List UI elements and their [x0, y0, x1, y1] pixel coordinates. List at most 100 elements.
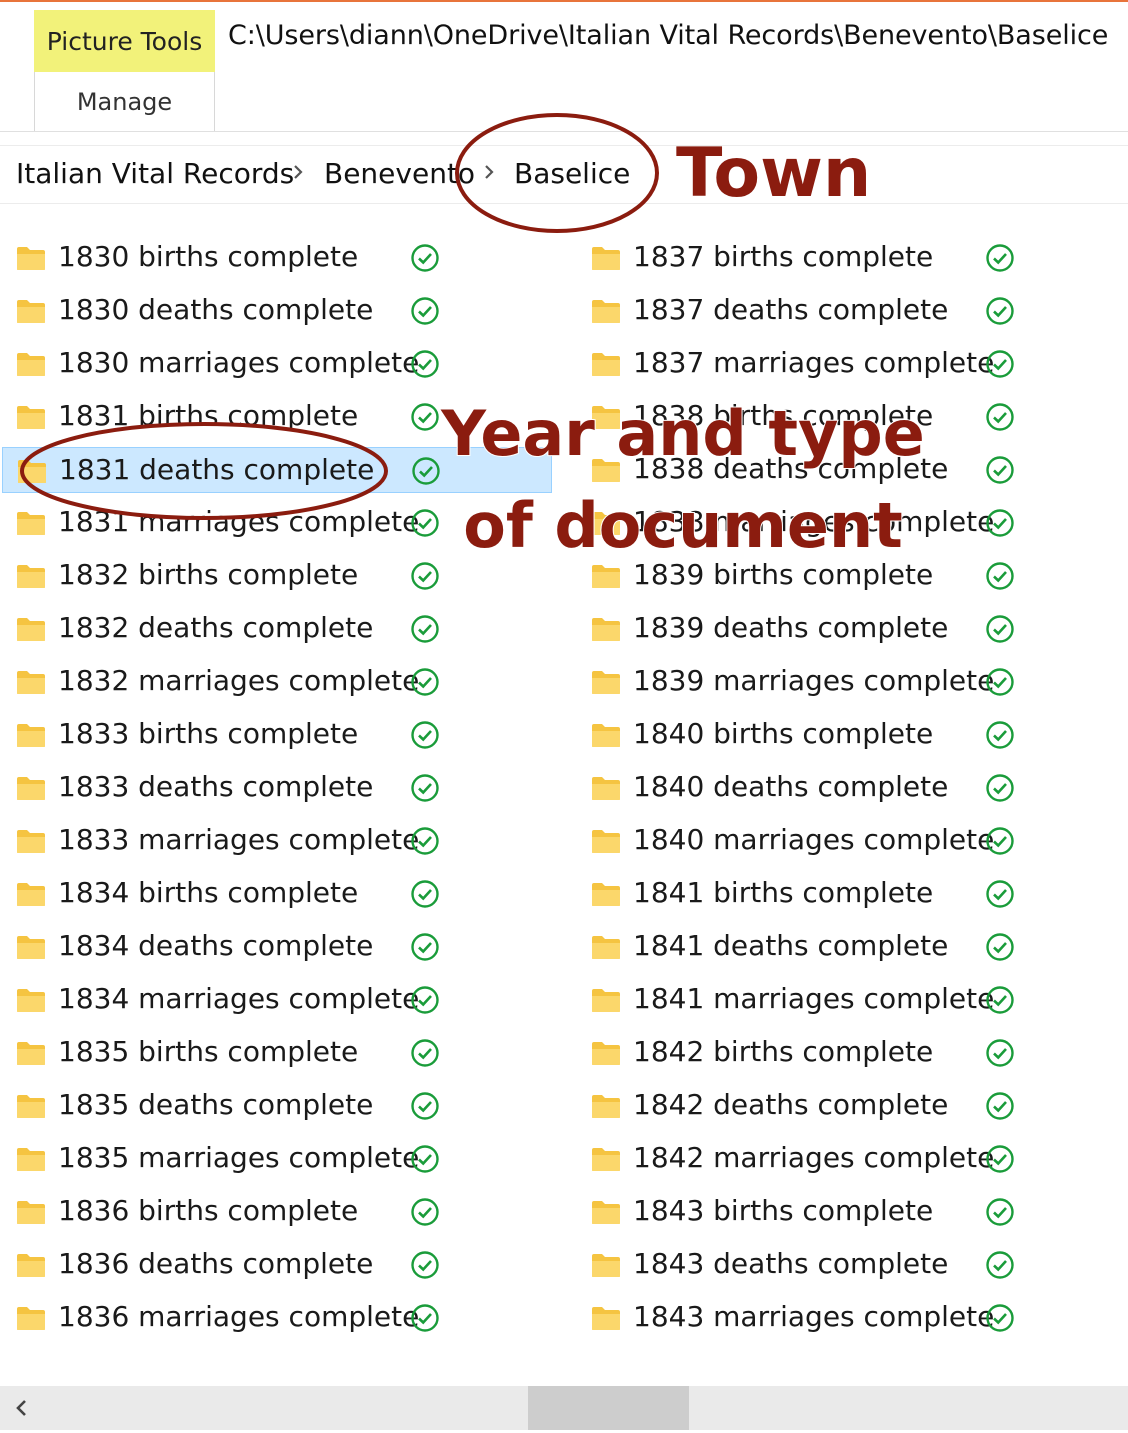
- breadcrumb-item-benevento[interactable]: Benevento: [324, 157, 475, 190]
- folder-name: 1836 births complete: [58, 1194, 359, 1227]
- horizontal-scrollbar[interactable]: [0, 1386, 1128, 1430]
- folder-list-item[interactable]: 1834 births complete: [2, 871, 552, 917]
- folder-icon: [591, 934, 621, 960]
- sync-complete-check-icon: [985, 720, 1015, 750]
- folder-list-item[interactable]: 1843 deaths complete: [577, 1242, 1127, 1288]
- folder-list-item[interactable]: 1840 deaths complete: [577, 765, 1127, 811]
- folder-list-item[interactable]: 1836 births complete: [2, 1189, 552, 1235]
- sync-complete-check-icon: [985, 561, 1015, 591]
- sync-complete-check-icon: [985, 932, 1015, 962]
- folder-icon: [591, 298, 621, 324]
- sync-complete-check-icon: [410, 349, 440, 379]
- folder-list-item[interactable]: 1843 births complete: [577, 1189, 1127, 1235]
- scrollbar-thumb[interactable]: [528, 1386, 689, 1430]
- folder-list-item[interactable]: 1836 deaths complete: [2, 1242, 552, 1288]
- chevron-right-icon[interactable]: [288, 162, 308, 182]
- window-top-accent: [0, 0, 1128, 2]
- sync-complete-check-icon: [985, 1197, 1015, 1227]
- folder-name: 1830 births complete: [58, 240, 359, 273]
- folder-list-item[interactable]: 1830 births complete: [2, 235, 552, 281]
- folder-name: 1842 marriages complete: [633, 1141, 995, 1174]
- folder-list-item[interactable]: 1833 marriages complete: [2, 818, 552, 864]
- folder-name: 1834 marriages complete: [58, 982, 420, 1015]
- sync-complete-check-icon: [985, 349, 1015, 379]
- folder-name: 1841 deaths complete: [633, 929, 949, 962]
- chevron-right-icon[interactable]: [479, 162, 499, 182]
- folder-icon: [16, 1252, 46, 1278]
- folder-icon: [591, 722, 621, 748]
- sync-complete-check-icon: [410, 879, 440, 909]
- folder-name: 1842 deaths complete: [633, 1088, 949, 1121]
- folder-icon: [591, 828, 621, 854]
- folder-list-item[interactable]: 1834 marriages complete: [2, 977, 552, 1023]
- sync-complete-check-icon: [410, 1144, 440, 1174]
- sync-complete-check-icon: [410, 1038, 440, 1068]
- folder-icon: [16, 1146, 46, 1172]
- folder-list-item[interactable]: 1839 deaths complete: [577, 606, 1127, 652]
- folder-icon: [591, 1199, 621, 1225]
- folder-name: 1835 marriages complete: [58, 1141, 420, 1174]
- folder-name: 1842 births complete: [633, 1035, 934, 1068]
- sync-complete-check-icon: [410, 1197, 440, 1227]
- sync-complete-check-icon: [410, 720, 440, 750]
- folder-name: 1841 births complete: [633, 876, 934, 909]
- folder-name: 1833 marriages complete: [58, 823, 420, 856]
- folder-list-item[interactable]: 1837 births complete: [577, 235, 1127, 281]
- folder-icon: [591, 987, 621, 1013]
- folder-icon: [16, 1199, 46, 1225]
- folder-list-item[interactable]: 1835 deaths complete: [2, 1083, 552, 1129]
- sync-complete-check-icon: [985, 402, 1015, 432]
- folder-list-item[interactable]: 1833 births complete: [2, 712, 552, 758]
- folder-list-item[interactable]: 1842 births complete: [577, 1030, 1127, 1076]
- folder-list-item[interactable]: 1830 deaths complete: [2, 288, 552, 334]
- chevron-left-icon[interactable]: [8, 1394, 36, 1422]
- folder-list-item[interactable]: 1833 deaths complete: [2, 765, 552, 811]
- folder-list-item[interactable]: 1842 deaths complete: [577, 1083, 1127, 1129]
- folder-icon: [16, 775, 46, 801]
- sync-complete-check-icon: [410, 1091, 440, 1121]
- sync-complete-check-icon: [985, 1144, 1015, 1174]
- folder-list-item[interactable]: 1837 deaths complete: [577, 288, 1127, 334]
- picture-tools-tab[interactable]: Picture Tools: [34, 10, 215, 72]
- folder-list-item[interactable]: 1843 marriages complete: [577, 1295, 1127, 1341]
- folder-name: 1834 deaths complete: [58, 929, 374, 962]
- sync-complete-check-icon: [985, 1091, 1015, 1121]
- folder-list-item[interactable]: 1842 marriages complete: [577, 1136, 1127, 1182]
- folder-icon: [591, 1040, 621, 1066]
- sync-complete-check-icon: [985, 667, 1015, 697]
- folder-list-item[interactable]: 1840 marriages complete: [577, 818, 1127, 864]
- folder-list-item[interactable]: 1832 deaths complete: [2, 606, 552, 652]
- folder-icon: [16, 563, 46, 589]
- folder-list-item[interactable]: 1834 deaths complete: [2, 924, 552, 970]
- folder-name: 1836 marriages complete: [58, 1300, 420, 1333]
- breadcrumb-item-baselice[interactable]: Baselice: [514, 157, 630, 190]
- folder-icon: [591, 1093, 621, 1119]
- folder-icon: [591, 351, 621, 377]
- sync-complete-check-icon: [985, 243, 1015, 273]
- folder-list-item[interactable]: 1839 marriages complete: [577, 659, 1127, 705]
- folder-list-item[interactable]: 1841 marriages complete: [577, 977, 1127, 1023]
- folder-list-item[interactable]: 1837 marriages complete: [577, 341, 1127, 387]
- folder-list-item[interactable]: 1840 births complete: [577, 712, 1127, 758]
- folder-list-item[interactable]: 1835 marriages complete: [2, 1136, 552, 1182]
- folder-icon: [16, 881, 46, 907]
- folder-list-item[interactable]: 1835 births complete: [2, 1030, 552, 1076]
- folder-icon: [16, 669, 46, 695]
- folder-list-item[interactable]: 1830 marriages complete: [2, 341, 552, 387]
- folder-name: 1833 deaths complete: [58, 770, 374, 803]
- folder-list-item[interactable]: 1832 marriages complete: [2, 659, 552, 705]
- sync-complete-check-icon: [985, 985, 1015, 1015]
- folder-icon: [16, 1305, 46, 1331]
- manage-tab[interactable]: Manage: [34, 72, 215, 132]
- folder-list-item[interactable]: 1841 deaths complete: [577, 924, 1127, 970]
- folder-icon: [591, 1146, 621, 1172]
- folder-icon: [16, 404, 46, 430]
- folder-name: 1832 deaths complete: [58, 611, 374, 644]
- sync-complete-check-icon: [410, 932, 440, 962]
- town-annotation: Town: [676, 134, 872, 213]
- sync-complete-check-icon: [985, 773, 1015, 803]
- folder-list-item[interactable]: 1841 births complete: [577, 871, 1127, 917]
- folder-list-item[interactable]: 1836 marriages complete: [2, 1295, 552, 1341]
- breadcrumb-item-italian-vital-records[interactable]: Italian Vital Records: [16, 157, 294, 190]
- sync-complete-check-icon: [410, 243, 440, 273]
